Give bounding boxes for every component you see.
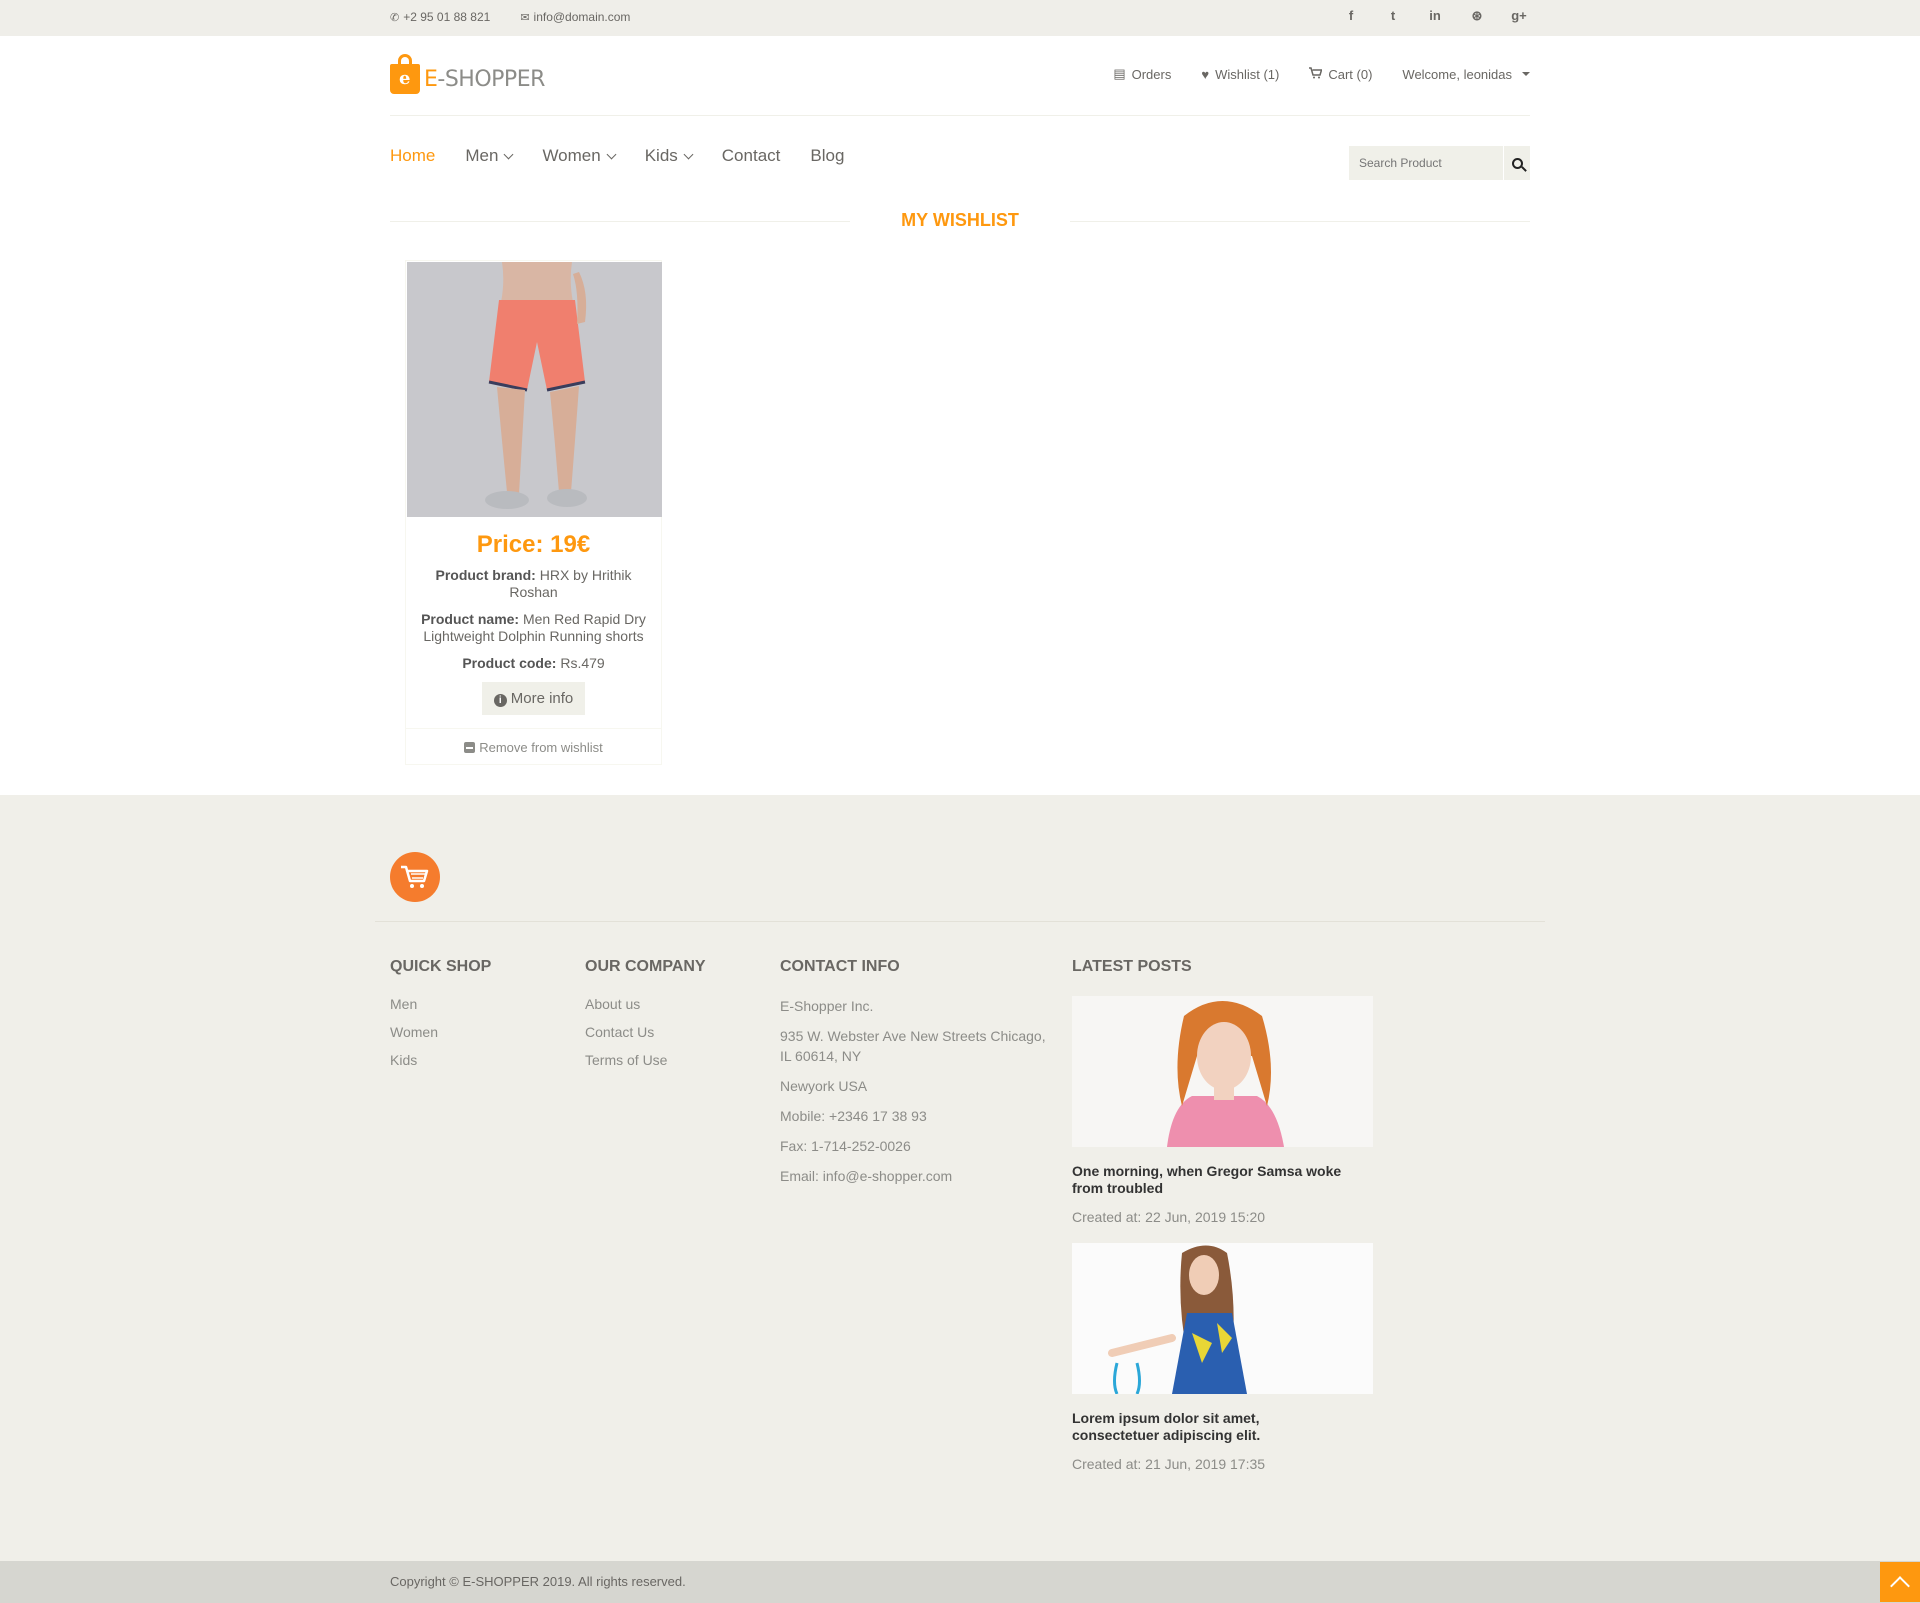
footer-link-contact[interactable]: Contact Us xyxy=(585,1024,706,1040)
wishlist-link[interactable]: ♥ Wishlist (1) xyxy=(1201,66,1279,82)
footer-cart-icon xyxy=(390,852,440,902)
facebook-icon[interactable]: f xyxy=(1330,8,1372,24)
post-image[interactable] xyxy=(1072,1243,1373,1394)
product-info: Price: 19€ Product brand: HRX by Hrithik… xyxy=(406,531,661,715)
phone-icon: ✆ xyxy=(390,12,400,24)
post-image[interactable] xyxy=(1072,996,1373,1147)
chevron-down-icon xyxy=(683,149,694,159)
contact-fax: Fax: 1-714-252-0026 xyxy=(780,1138,911,1154)
social-links: f t in ⊛ g+ xyxy=(1330,8,1540,24)
minus-square-icon xyxy=(464,742,476,753)
scroll-to-top-button[interactable] xyxy=(1880,1562,1920,1602)
cart-link[interactable]: Cart (0) xyxy=(1309,66,1372,82)
contact-address: 935 W. Webster Ave New Streets Chicago, … xyxy=(780,1028,1046,1064)
google-plus-icon[interactable]: g+ xyxy=(1498,8,1540,24)
user-dropdown[interactable]: Welcome, leonidas xyxy=(1402,66,1530,82)
twitter-icon[interactable]: t xyxy=(1372,8,1414,24)
post-date: Created at: 22 Jun, 2019 15:20 xyxy=(1072,1209,1266,1225)
envelope-icon: ✉ xyxy=(520,12,530,24)
nav-blog[interactable]: Blog xyxy=(810,146,844,166)
post-title[interactable]: One morning, when Gregor Samsa woke from… xyxy=(1072,1163,1342,1197)
nav-contact[interactable]: Contact xyxy=(722,146,781,166)
nav-kids[interactable]: Kids xyxy=(645,146,694,166)
search-input[interactable] xyxy=(1349,146,1503,180)
post-item: Lorem ipsum dolor sit amet, consectetuer… xyxy=(1072,1243,1374,1472)
phone-contact[interactable]: ✆ +2 95 01 88 821 xyxy=(390,10,490,24)
nav-home[interactable]: Home xyxy=(390,146,435,166)
footer-link-about[interactable]: About us xyxy=(585,996,706,1012)
orders-link[interactable]: ▤ Orders xyxy=(1113,66,1171,82)
footer-link-terms[interactable]: Terms of Use xyxy=(585,1052,706,1068)
footer-quick-shop: QUICK SHOP Men Women Kids xyxy=(390,958,491,1080)
title-line-right xyxy=(1070,221,1530,222)
more-info-button[interactable]: i More info xyxy=(481,682,586,715)
search-icon xyxy=(1511,157,1523,169)
footer-heading: OUR COMPANY xyxy=(585,958,706,975)
contact-mobile: Mobile: +2346 17 38 93 xyxy=(780,1108,927,1124)
page-title: MY WISHLIST xyxy=(901,210,1019,230)
caret-down-icon xyxy=(1522,72,1530,76)
footer-our-company: OUR COMPANY About us Contact Us Terms of… xyxy=(585,958,706,1080)
product-name: Product name: Men Red Rapid Dry Lightwei… xyxy=(421,611,646,644)
list-icon: ▤ xyxy=(1113,66,1126,81)
post-item: One morning, when Gregor Samsa woke from… xyxy=(1072,996,1374,1225)
shop-menu: ▤ Orders ♥ Wishlist (1) Cart (0) Welcome, … xyxy=(1113,66,1530,82)
product-image[interactable] xyxy=(407,262,662,517)
email-text: info@domain.com xyxy=(533,10,631,24)
copyright-bar: Copyright © E-SHOPPER 2019. All rights r… xyxy=(0,1561,1920,1603)
post-title[interactable]: Lorem ipsum dolor sit amet, consectetuer… xyxy=(1072,1410,1342,1444)
footer-link-kids[interactable]: Kids xyxy=(390,1052,491,1068)
contact-city: Newyork USA xyxy=(780,1078,868,1094)
nav-women[interactable]: Women xyxy=(542,146,617,166)
cart-icon xyxy=(1309,66,1323,82)
top-bar: ✆ +2 95 01 88 821 ✉ info@domain.com f t in… xyxy=(0,0,1920,36)
wishlist-product-card: Price: 19€ Product brand: HRX by Hrithik… xyxy=(405,260,662,765)
header-divider xyxy=(390,115,1530,116)
contact-company: E-Shopper Inc. xyxy=(780,998,874,1014)
main-nav: Home Men Women Kids Contact Blog xyxy=(390,146,874,166)
phone-text: +2 95 01 88 821 xyxy=(403,10,491,24)
footer-heading: LATEST POSTS xyxy=(1072,958,1192,975)
footer-link-women[interactable]: Women xyxy=(390,1024,491,1040)
contact-email: Email: info@e-shopper.com xyxy=(780,1168,953,1184)
remove-from-wishlist-button[interactable]: Remove from wishlist xyxy=(406,728,661,765)
footer-divider xyxy=(375,921,1545,922)
top-contact: ✆ +2 95 01 88 821 ✉ info@domain.com xyxy=(390,10,630,24)
shopping-bag-icon: e xyxy=(390,54,420,94)
chevron-down-icon xyxy=(503,149,514,159)
chevron-down-icon xyxy=(606,149,617,159)
search-box xyxy=(1349,146,1530,180)
logo-text: E-SHOPPER xyxy=(424,67,545,92)
footer-link-men[interactable]: Men xyxy=(390,996,491,1012)
product-price: Price: 19€ xyxy=(476,531,591,558)
footer-heading: CONTACT INFO xyxy=(780,958,900,975)
post-date: Created at: 21 Jun, 2019 17:35 xyxy=(1072,1456,1266,1472)
product-code: Product code: Rs.479 xyxy=(462,655,605,671)
dribbble-icon[interactable]: ⊛ xyxy=(1456,8,1498,24)
search-button[interactable] xyxy=(1504,146,1530,180)
linkedin-icon[interactable]: in xyxy=(1414,8,1456,24)
footer-contact-info: CONTACT INFO E-Shopper Inc. 935 W. Webst… xyxy=(780,958,1050,1196)
product-brand: Product brand: HRX by Hrithik Roshan xyxy=(435,567,632,600)
email-contact[interactable]: ✉ info@domain.com xyxy=(520,10,630,24)
title-line-left xyxy=(390,221,850,222)
site-logo[interactable]: e E-SHOPPER xyxy=(390,54,545,94)
info-icon: i xyxy=(493,694,507,707)
footer-latest-posts: LATEST POSTS One morning, when Gregor Sa… xyxy=(1072,958,1374,1472)
nav-men[interactable]: Men xyxy=(465,146,514,166)
footer-heading: QUICK SHOP xyxy=(390,958,492,975)
heart-icon: ♥ xyxy=(1201,66,1210,82)
copyright-text: Copyright © E-SHOPPER 2019. All rights r… xyxy=(390,1574,686,1589)
